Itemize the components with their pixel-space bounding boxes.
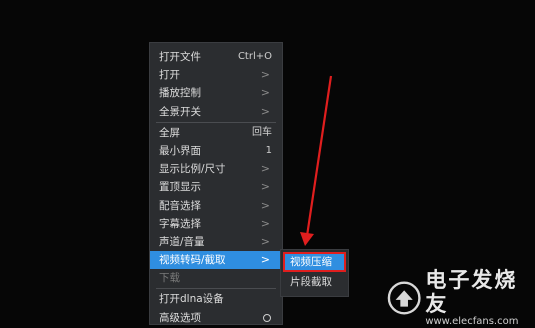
watermark: 电子发烧友 www.elecfans.com — [387, 268, 535, 328]
watermark-title: 电子发烧友 — [425, 268, 518, 316]
annotation-arrow-head — [300, 232, 314, 246]
elecfans-logo-icon — [387, 281, 421, 315]
watermark-url: www.elecfans.com — [425, 316, 519, 327]
annotation-arrow-shaft — [305, 75, 333, 237]
